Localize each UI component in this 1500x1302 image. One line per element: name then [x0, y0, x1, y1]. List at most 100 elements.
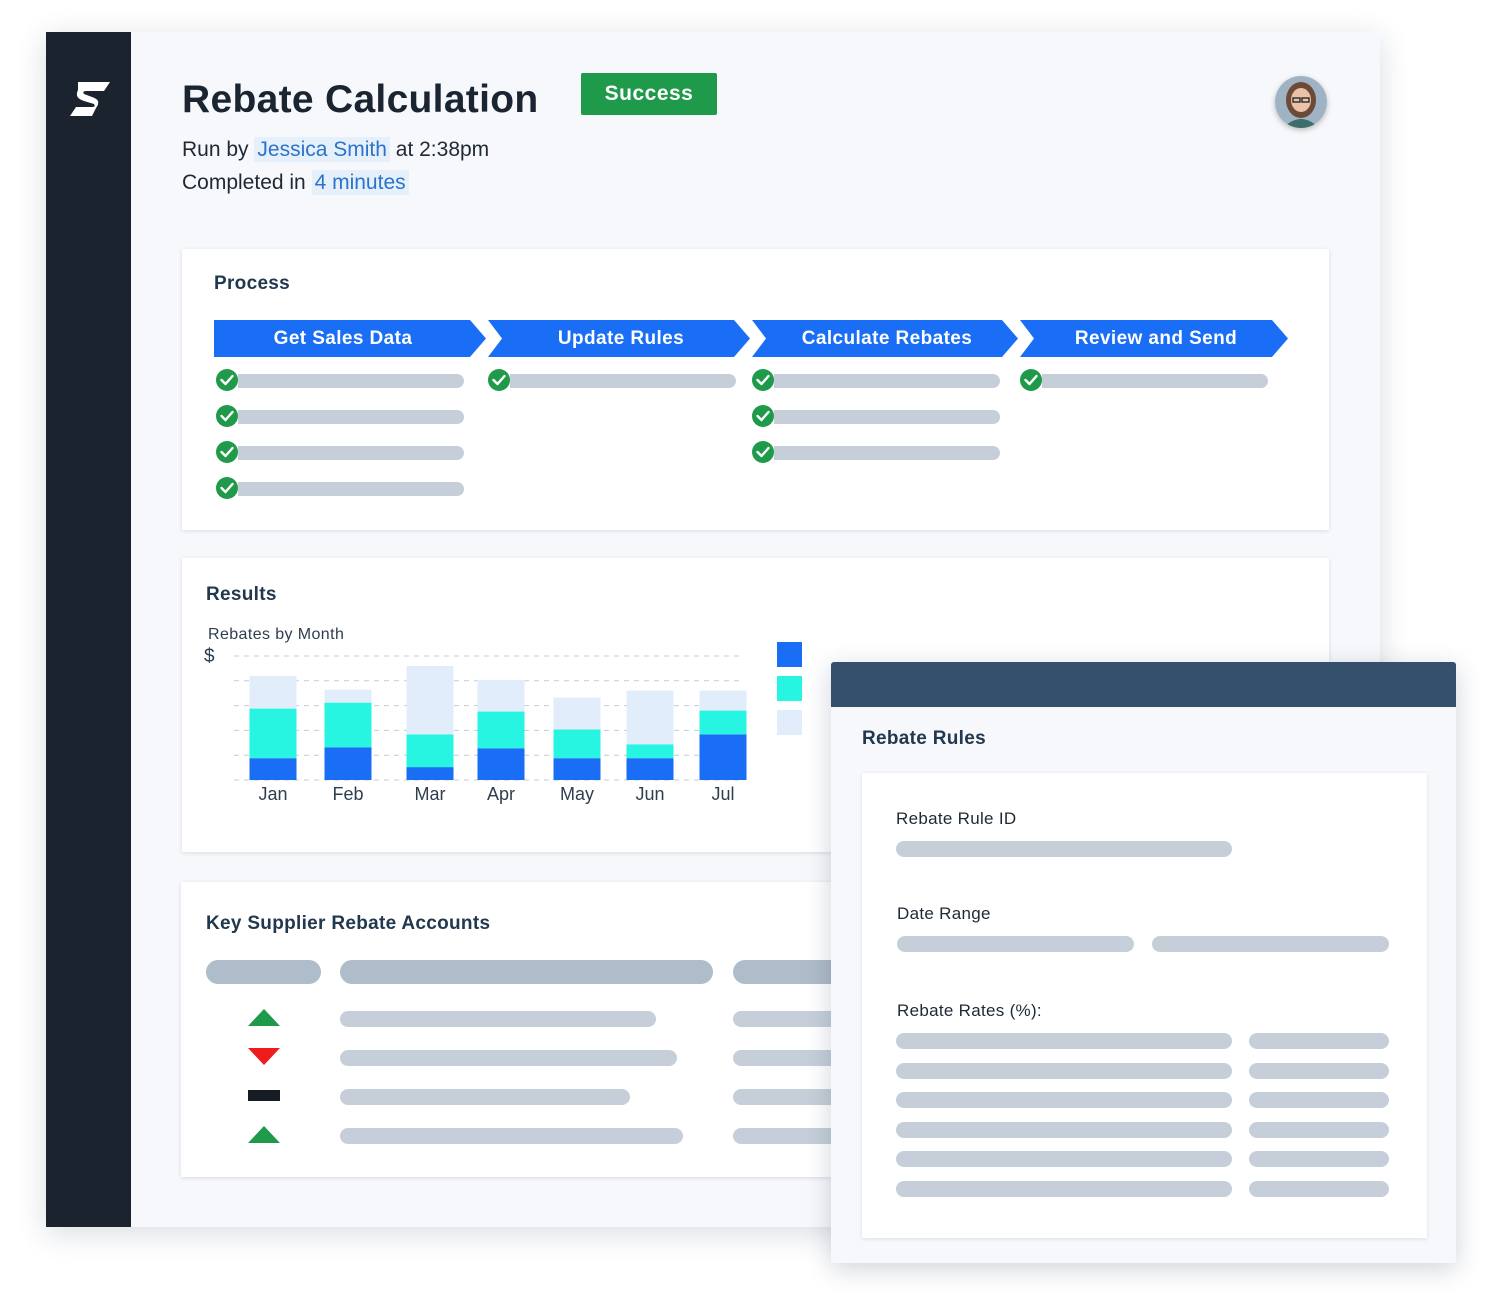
run-info: Run by Jessica Smith at 2:38pm: [182, 137, 490, 162]
chart-bar-segment: [406, 665, 454, 735]
account-name-placeholder[interactable]: [340, 1128, 683, 1144]
chart-bar-segment: [249, 708, 297, 759]
chart-bar-segment: [699, 690, 747, 711]
avatar-icon: [1275, 76, 1327, 128]
rebate-rule-id-value[interactable]: [896, 841, 1232, 857]
task-placeholder: [774, 446, 1000, 460]
chart-bar-segment: [626, 690, 674, 745]
rebate-rules-form: Rebate Rule ID Date Range Rebate Rates (…: [862, 773, 1427, 1238]
task-row: [216, 477, 468, 499]
account-name-placeholder[interactable]: [340, 1089, 630, 1105]
rate-percent-placeholder[interactable]: [1249, 1033, 1389, 1049]
x-tick-label: Apr: [487, 784, 515, 804]
check-icon: [216, 441, 238, 463]
completed-duration: 4 minutes: [311, 170, 409, 195]
run-time: at 2:38pm: [395, 138, 490, 161]
trend-up-icon: [248, 1126, 280, 1149]
rate-percent-placeholder[interactable]: [1249, 1062, 1389, 1079]
panel-header[interactable]: [831, 662, 1456, 707]
rebates-bar-chart: $ Jan Feb Mar Apr May Jun Jul: [204, 642, 802, 804]
chart-bar-segment: [324, 747, 372, 780]
trend-flat-icon: [248, 1087, 280, 1110]
run-by-user-link[interactable]: Jessica Smith: [254, 137, 390, 162]
check-icon: [752, 369, 774, 391]
x-tick-label: May: [560, 784, 594, 804]
rate-tier-placeholder[interactable]: [896, 1033, 1232, 1049]
user-avatar[interactable]: [1275, 76, 1327, 128]
date-range-end[interactable]: [1152, 936, 1389, 952]
task-placeholder: [238, 410, 464, 424]
task-row: [752, 441, 1004, 463]
rebate-rules-panel: Rebate Rules Rebate Rule ID Date Range R…: [831, 662, 1456, 1263]
chart-bar-segment: [477, 711, 525, 749]
chart-bar-segment: [406, 734, 454, 768]
task-placeholder: [1042, 374, 1268, 388]
rate-percent-placeholder[interactable]: [1249, 1180, 1389, 1197]
check-icon: [216, 405, 238, 427]
chart-bar-segment: [324, 702, 372, 748]
rate-tier-placeholder[interactable]: [896, 1180, 1232, 1197]
accounts-title: Key Supplier Rebate Accounts: [206, 913, 491, 934]
chart-bar-segment: [477, 679, 525, 712]
process-card: Process Get Sales Data Update Rules Calc…: [182, 249, 1329, 530]
status-badge: Success: [581, 73, 717, 115]
rate-tier-placeholder[interactable]: [896, 1121, 1232, 1138]
chart-bar-segment: [553, 729, 601, 759]
rate-percent-placeholder[interactable]: [1249, 1151, 1389, 1167]
task-placeholder: [238, 374, 464, 388]
date-range-start[interactable]: [897, 936, 1134, 952]
trend-up-icon: [248, 1009, 280, 1032]
check-icon: [216, 369, 238, 391]
chart-bar-segment: [249, 675, 297, 709]
sidebar: [46, 32, 131, 1227]
chart-bar-segment: [406, 767, 454, 780]
page-title: Rebate Calculation: [182, 78, 539, 121]
x-tick-label: Feb: [332, 784, 363, 804]
x-tick-label: Jun: [635, 784, 664, 804]
step-label: Get Sales Data: [273, 327, 413, 349]
process-title: Process: [214, 273, 291, 294]
account-name-placeholder[interactable]: [340, 1011, 656, 1027]
rebate-rule-id-label: Rebate Rule ID: [896, 809, 1017, 828]
legend-swatch: [777, 642, 802, 667]
task-placeholder: [774, 374, 1000, 388]
task-row: [1020, 369, 1272, 391]
rate-tier-placeholder[interactable]: [896, 1062, 1232, 1079]
step-label: Calculate Rebates: [801, 327, 973, 349]
task-row: [752, 405, 1004, 427]
task-row: [752, 369, 1004, 391]
chart-bar-segment: [553, 758, 601, 780]
task-row: [216, 405, 468, 427]
rate-tier-placeholder[interactable]: [896, 1151, 1232, 1167]
rebate-rules-title: Rebate Rules: [862, 728, 986, 749]
y-axis-label: $: [204, 646, 215, 667]
date-range-label: Date Range: [897, 904, 991, 923]
check-icon: [488, 369, 510, 391]
step-calculate-rebates[interactable]: Calculate Rebates: [752, 320, 1018, 357]
rate-tier-placeholder[interactable]: [896, 1092, 1232, 1108]
check-icon: [752, 441, 774, 463]
rate-percent-placeholder[interactable]: [1249, 1092, 1389, 1108]
x-tick-label: Jul: [711, 784, 734, 804]
column-header-placeholder: [340, 960, 713, 984]
completed-label: Completed in: [182, 171, 306, 194]
account-name-placeholder[interactable]: [340, 1050, 677, 1066]
chart-bar-segment: [249, 758, 297, 780]
step-review-and-send[interactable]: Review and Send: [1020, 320, 1288, 357]
step-get-sales-data[interactable]: Get Sales Data: [214, 320, 486, 357]
chart-bar-segment: [626, 744, 674, 759]
task-placeholder: [238, 482, 464, 496]
check-icon: [752, 405, 774, 427]
task-placeholder: [510, 374, 736, 388]
task-placeholder: [774, 410, 1000, 424]
app-logo-icon[interactable]: [68, 80, 112, 118]
task-placeholder: [238, 446, 464, 460]
rate-percent-placeholder[interactable]: [1249, 1121, 1389, 1138]
task-row: [488, 369, 740, 391]
chart-bar-segment: [699, 734, 747, 780]
step-label: Update Rules: [557, 327, 685, 349]
step-update-rules[interactable]: Update Rules: [488, 320, 750, 357]
chart-bar-segment: [553, 697, 601, 730]
legend-swatch: [777, 710, 802, 735]
chart-bar-segment: [699, 710, 747, 735]
